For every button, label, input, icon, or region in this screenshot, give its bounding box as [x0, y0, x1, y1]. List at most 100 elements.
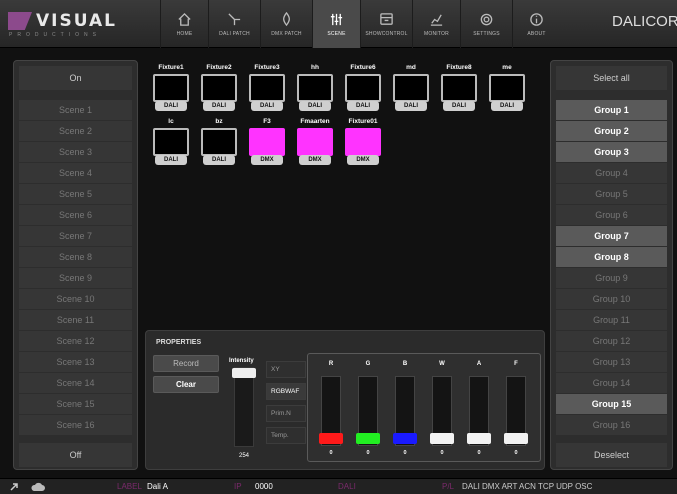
scene-item-10[interactable]: Scene 10 — [19, 289, 132, 309]
clear-button[interactable]: Clear — [153, 376, 219, 393]
nav-settings[interactable]: SETTINGS — [460, 0, 512, 48]
fixture-type-badge: DALI — [251, 101, 283, 111]
deselect-button[interactable]: Deselect — [556, 443, 667, 467]
scene-item-1[interactable]: Scene 1 — [19, 100, 132, 120]
mode-tab-temp[interactable]: Temp. — [266, 427, 306, 444]
group-item-15[interactable]: Group 15 — [556, 394, 667, 414]
group-item-9[interactable]: Group 9 — [556, 268, 667, 288]
fixture-tile[interactable]: Fixture01 DMX — [341, 116, 385, 167]
intensity-slider-handle[interactable] — [232, 368, 256, 378]
channel-slider-handle[interactable] — [393, 433, 417, 444]
scene-item-2[interactable]: Scene 2 — [19, 121, 132, 141]
nav-home[interactable]: HOME — [160, 0, 208, 48]
fixture-tile[interactable]: Fixture2 DALI — [197, 62, 241, 113]
scene-item-5[interactable]: Scene 5 — [19, 184, 132, 204]
nav-scene[interactable]: SCENE — [312, 0, 360, 48]
nav-dmx-patch[interactable]: DMX PATCH — [260, 0, 312, 48]
nav-label: MONITOR — [424, 30, 449, 37]
group-item-2[interactable]: Group 2 — [556, 121, 667, 141]
status-protocols-caption: P/L — [442, 482, 455, 491]
group-list: Group 1 Group 2 Group 3 Group 4 Group 5 Group… — [556, 100, 667, 435]
scene-on-button[interactable]: On — [19, 66, 132, 90]
showcontrol-icon — [380, 12, 393, 25]
channel-fader-g: G0 — [353, 354, 383, 463]
fixture-tile[interactable]: Fmaarten DMX — [293, 116, 337, 167]
fixture-tile[interactable]: lc DALI — [149, 116, 193, 167]
fixture-tile[interactable]: md DALI — [389, 62, 433, 113]
channel-value: 0 — [514, 450, 518, 456]
channel-slider-handle[interactable] — [356, 433, 380, 444]
select-all-button[interactable]: Select all — [556, 66, 667, 90]
fixture-color-swatch — [249, 74, 285, 102]
status-dali-caption: DALI — [338, 482, 356, 491]
fixture-tile[interactable]: Fixture3 DALI — [245, 62, 289, 113]
nav-showcontrol[interactable]: SHOWCONTROL — [360, 0, 412, 48]
group-item-5[interactable]: Group 5 — [556, 184, 667, 204]
group-item-14[interactable]: Group 14 — [556, 373, 667, 393]
scene-item-11[interactable]: Scene 11 — [19, 310, 132, 330]
intensity-value: 254 — [238, 453, 249, 459]
mode-tab-primn[interactable]: Prim.N — [266, 405, 306, 422]
group-item-13[interactable]: Group 13 — [556, 352, 667, 372]
record-button[interactable]: Record — [153, 355, 219, 372]
nav-dali-patch[interactable]: DALI PATCH — [208, 0, 260, 48]
scene-off-button[interactable]: Off — [19, 443, 132, 467]
group-item-12[interactable]: Group 12 — [556, 331, 667, 351]
home-icon — [178, 12, 191, 26]
fixture-tile[interactable]: bz DALI — [197, 116, 241, 167]
dali-patch-icon — [228, 12, 241, 25]
group-item-7[interactable]: Group 7 — [556, 226, 667, 246]
fixture-tile[interactable]: F3 DMX — [245, 116, 289, 167]
channel-label: F — [514, 361, 518, 367]
fixture-tile[interactable]: Fixture8 DALI — [437, 62, 481, 113]
nav-label: HOME — [176, 30, 193, 37]
status-ip-caption: IP — [234, 482, 242, 491]
fixture-color-swatch — [153, 128, 189, 156]
fixture-tile[interactable]: Fixture6 DALI — [341, 62, 385, 113]
channel-slider-handle[interactable] — [319, 433, 343, 444]
mode-tab-xy[interactable]: XY — [266, 361, 306, 378]
info-icon — [530, 12, 543, 26]
scene-item-16[interactable]: Scene 16 — [19, 415, 132, 435]
intensity-slider-track[interactable] — [234, 367, 254, 447]
group-item-16[interactable]: Group 16 — [556, 415, 667, 435]
properties-title: PROPERTIES — [156, 339, 202, 346]
scene-item-15[interactable]: Scene 15 — [19, 394, 132, 414]
group-item-6[interactable]: Group 6 — [556, 205, 667, 225]
nav-about[interactable]: ABOUT — [512, 0, 560, 48]
fixture-type-badge: DALI — [155, 101, 187, 111]
scene-item-7[interactable]: Scene 7 — [19, 226, 132, 246]
fixture-name: Fixture6 — [350, 64, 376, 71]
channel-slider-handle[interactable] — [430, 433, 454, 444]
intensity-label: Intensity — [229, 358, 254, 364]
scene-item-13[interactable]: Scene 13 — [19, 352, 132, 372]
channel-slider-handle[interactable] — [504, 433, 528, 444]
status-ip-value: 0000 — [255, 482, 273, 491]
group-item-4[interactable]: Group 4 — [556, 163, 667, 183]
scene-item-14[interactable]: Scene 14 — [19, 373, 132, 393]
channel-value: 0 — [477, 450, 481, 456]
fixture-color-swatch — [345, 74, 381, 102]
fixture-type-badge: DALI — [491, 101, 523, 111]
channel-value: 0 — [440, 450, 444, 456]
channel-slider-handle[interactable] — [467, 433, 491, 444]
scene-item-3[interactable]: Scene 3 — [19, 142, 132, 162]
channel-fader-f: F0 — [501, 354, 531, 463]
scene-item-9[interactable]: Scene 9 — [19, 268, 132, 288]
group-item-1[interactable]: Group 1 — [556, 100, 667, 120]
group-item-11[interactable]: Group 11 — [556, 310, 667, 330]
nav-monitor[interactable]: MONITOR — [412, 0, 460, 48]
scene-item-6[interactable]: Scene 6 — [19, 205, 132, 225]
fixture-tile[interactable]: hh DALI — [293, 62, 337, 113]
mode-tab-rgbwaf[interactable]: RGBWAF — [266, 383, 306, 400]
group-item-10[interactable]: Group 10 — [556, 289, 667, 309]
scene-item-8[interactable]: Scene 8 — [19, 247, 132, 267]
group-item-3[interactable]: Group 3 — [556, 142, 667, 162]
fixture-tile[interactable]: Fixture1 DALI — [149, 62, 193, 113]
scene-item-4[interactable]: Scene 4 — [19, 163, 132, 183]
fixture-type-badge: DMX — [251, 155, 283, 165]
scene-item-12[interactable]: Scene 12 — [19, 331, 132, 351]
fixture-tile[interactable]: me DALI — [485, 62, 529, 113]
fixture-color-swatch — [489, 74, 525, 102]
group-item-8[interactable]: Group 8 — [556, 247, 667, 267]
